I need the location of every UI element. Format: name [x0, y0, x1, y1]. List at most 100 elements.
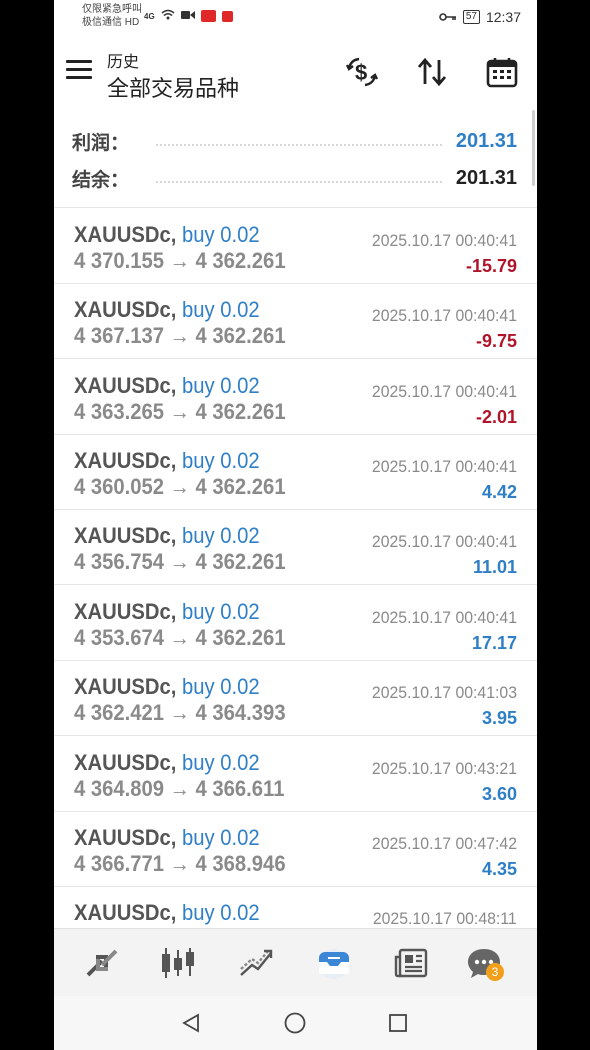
back-icon[interactable]: [178, 1010, 204, 1036]
trade-direction: buy 0.02: [181, 825, 260, 850]
clock: 12:37: [485, 9, 521, 25]
chat-icon[interactable]: 3: [464, 943, 504, 983]
trade-profit: -9.75: [475, 331, 517, 351]
currency-exchange-icon[interactable]: $: [344, 54, 380, 90]
app-notification-icon-2: [221, 10, 233, 22]
trade-row[interactable]: XAUUSDc, buy 0.02 4 363.265 → 4 362.261 …: [54, 360, 537, 435]
status-bar: 仅限紧急呼叫 极信通信 HD 4G 57 12:37: [54, 0, 537, 34]
trade-symbol: XAUUSDc,: [74, 674, 177, 699]
balance-row: 结余： 201.31: [72, 163, 517, 193]
network-icon: 4G: [144, 11, 155, 21]
quotes-icon[interactable]: [82, 943, 122, 983]
bottom-nav: 3: [54, 928, 537, 996]
carrier-line1: 仅限紧急呼叫: [82, 4, 142, 15]
trade-profit: 3.95: [481, 708, 517, 728]
trade-profit: 4.35: [481, 859, 517, 879]
trade-time: 2025.10.17 00:40:41: [371, 231, 517, 250]
trade-symbol: XAUUSDc,: [74, 900, 177, 925]
trade-prices: 4 366.771 → 4 368.946: [74, 851, 286, 876]
divider: [54, 207, 537, 208]
trade-symbol: XAUUSDc,: [74, 222, 177, 247]
trade-profit: 4.42: [481, 482, 517, 502]
trade-prices: 4 370.155 → 4 362.261: [74, 248, 286, 273]
trade-profit: 11.01: [472, 557, 517, 577]
trade-profit: 3.60: [481, 784, 517, 804]
wifi-icon: [161, 9, 175, 23]
trade-row[interactable]: XAUUSDc, buy 0.02 4 362.421 → 4 364.393 …: [54, 661, 537, 736]
chart-icon[interactable]: [158, 943, 198, 983]
trade-time: 2025.10.17 00:43:21: [371, 759, 517, 778]
trade-profit: -15.79: [465, 256, 517, 276]
key-icon: [439, 9, 457, 25]
trade-prices: 4 353.674 → 4 362.261: [74, 625, 286, 650]
trade-direction: buy 0.02: [181, 674, 260, 699]
trade-direction: buy 0.02: [181, 448, 260, 473]
trade-direction: buy 0.02: [181, 222, 260, 247]
battery-icon: 57: [462, 10, 480, 24]
carrier-info: 仅限紧急呼叫 极信通信 HD: [82, 3, 142, 29]
trade-row[interactable]: XAUUSDc, buy 0.02 4 364.809 → 4 366.611 …: [54, 737, 537, 812]
trade-direction: buy 0.02: [181, 750, 260, 775]
trade-direction: buy 0.02: [181, 900, 260, 925]
trade-prices: 4 362.421 → 4 364.393: [74, 700, 286, 725]
trade-prices: 4 363.265 → 4 362.261: [74, 399, 286, 424]
status-icons: 4G: [144, 9, 233, 23]
trade-symbol: XAUUSDc,: [74, 523, 177, 548]
leader-dots: [156, 181, 442, 183]
trade-time: 2025.10.17 00:40:41: [371, 532, 517, 551]
trade-row[interactable]: XAUUSDc, buy 0.02 4 366.771 → 4 368.946 …: [54, 812, 537, 887]
trade-prices: 4 367.137 → 4 362.261: [74, 323, 286, 348]
summary-panel: 利润： 201.31 结余： 201.31: [54, 118, 537, 204]
symbol-filter[interactable]: 全部交易品种: [107, 71, 239, 103]
svg-text:$: $: [355, 60, 367, 85]
trade-direction: buy 0.02: [181, 297, 260, 322]
trade-direction: buy 0.02: [181, 599, 260, 624]
system-nav: [54, 996, 537, 1050]
video-icon: [180, 10, 195, 23]
news-icon[interactable]: [392, 943, 432, 983]
trade-profit: -2.01: [475, 407, 517, 427]
menu-icon[interactable]: [66, 60, 92, 80]
page-title: 历史: [107, 54, 140, 71]
trade-prices: 4 360.052 → 4 362.261: [74, 474, 286, 499]
leader-dots: [156, 144, 442, 146]
trade-time: 2025.10.17 00:41:03: [371, 683, 517, 702]
trade-prices: 4 364.809 → 4 366.611: [74, 776, 285, 801]
app-bar: 历史 全部交易品种 $: [54, 34, 537, 108]
trade-profit: 17.17: [471, 633, 517, 653]
sort-icon[interactable]: [414, 54, 450, 90]
trade-time: 2025.10.17 00:40:41: [371, 457, 517, 476]
trade-row[interactable]: XAUUSDc, buy 0.02 4 356.754 → 4 362.261 …: [54, 510, 537, 585]
trade-symbol: XAUUSDc,: [74, 448, 177, 473]
trade-row[interactable]: XAUUSDc, buy 0.02 4 370.155 → 4 362.261 …: [54, 209, 537, 284]
trade-row[interactable]: XAUUSDc, buy 0.02 4 353.674 → 4 362.261 …: [54, 586, 537, 661]
app-notification-icon: [200, 10, 216, 22]
trade-row[interactable]: XAUUSDc, buy 0.02 4 360.052 → 4 362.261 …: [54, 435, 537, 510]
trade-symbol: XAUUSDc,: [74, 750, 177, 775]
profit-label: 利润：: [72, 132, 130, 154]
trade-time: 2025.10.17 00:47:42: [371, 834, 517, 853]
trade-time: 2025.10.17 00:40:41: [371, 306, 517, 325]
balance-value: 201.31: [455, 166, 517, 189]
chat-badge: 3: [486, 963, 504, 981]
carrier-line2: 极信通信 HD: [82, 17, 140, 28]
calendar-icon[interactable]: [484, 54, 520, 90]
trade-row[interactable]: XAUUSDc, buy 0.02 4 367.137 → 4 362.261 …: [54, 284, 537, 359]
profit-value: 201.31: [455, 129, 517, 152]
trade-time: 2025.10.17 00:40:41: [371, 382, 517, 401]
trade-time: 2025.10.17 00:48:11: [373, 909, 517, 928]
trade-time: 2025.10.17 00:40:41: [371, 608, 517, 627]
trade-direction: buy 0.02: [181, 523, 260, 548]
trade-symbol: XAUUSDc,: [74, 599, 177, 624]
trade-symbol: XAUUSDc,: [74, 297, 177, 322]
scrollbar[interactable]: [532, 110, 535, 186]
balance-label: 结余：: [72, 169, 130, 191]
screen: 仅限紧急呼叫 极信通信 HD 4G 57 12:37 历史 全部交易品种 $ 利…: [54, 0, 537, 1050]
home-icon[interactable]: [282, 1010, 308, 1036]
trade-icon[interactable]: [236, 943, 276, 983]
profit-row: 利润： 201.31: [72, 126, 517, 156]
history-icon[interactable]: [314, 943, 354, 983]
trade-symbol: XAUUSDc,: [74, 373, 177, 398]
recents-icon[interactable]: [385, 1010, 411, 1036]
trade-symbol: XAUUSDc,: [74, 825, 177, 850]
